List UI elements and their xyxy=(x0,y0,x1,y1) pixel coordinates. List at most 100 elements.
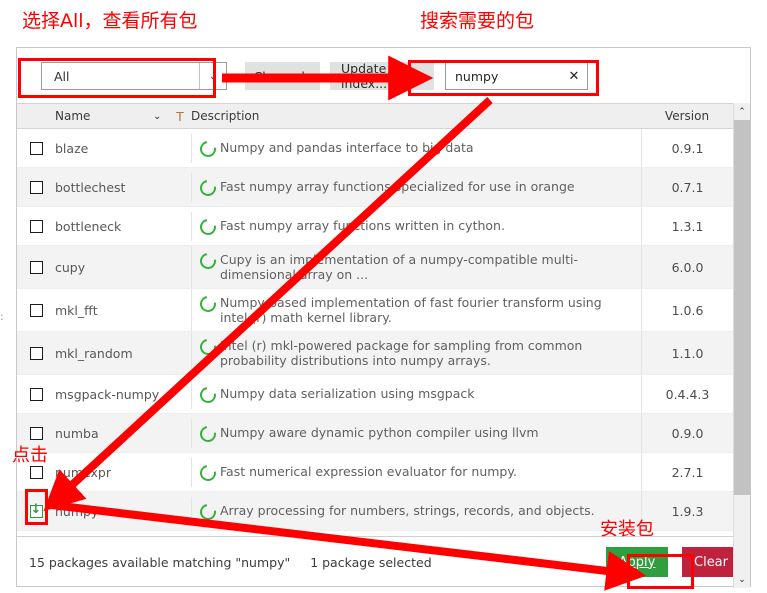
package-status-ring-icon xyxy=(192,335,220,359)
package-description-cell: Numpy aware dynamic python compiler usin… xyxy=(191,418,641,448)
package-status-ring-icon xyxy=(192,176,220,199)
annotation-search-package: 搜索需要的包 xyxy=(420,10,535,32)
download-checkbox-icon[interactable] xyxy=(29,502,43,518)
package-version: 1.3.1 xyxy=(641,207,733,245)
vertical-scrollbar[interactable]: ⌃ ⌄ xyxy=(733,103,750,588)
package-version: 0.9.1 xyxy=(641,129,733,167)
package-version: 0.7.1 xyxy=(641,168,733,206)
row-checkbox-cell[interactable] xyxy=(17,465,55,479)
sort-chevron-down-icon[interactable]: ⌄ xyxy=(153,111,169,122)
scroll-up-icon[interactable]: ⌃ xyxy=(734,103,750,120)
close-icon[interactable]: ✕ xyxy=(561,69,587,84)
row-checkbox-cell[interactable] xyxy=(17,219,55,233)
chevron-down-icon: ⌄ xyxy=(199,63,226,89)
left-edge-fragment: : xyxy=(0,310,4,323)
package-description-cell: Fast numpy array functions written in cy… xyxy=(191,211,641,241)
column-header-name[interactable]: Name xyxy=(17,109,153,123)
package-version: 6.0.0 xyxy=(641,246,733,288)
checkbox-icon[interactable] xyxy=(29,303,43,317)
column-header-version[interactable]: Version xyxy=(641,109,733,123)
annotation-select-all: 选择All，查看所有包 xyxy=(22,10,198,32)
package-status-ring-icon xyxy=(192,215,220,238)
table-row[interactable]: numexpr Fast numerical expression evaluat… xyxy=(17,453,750,492)
table-row[interactable]: bottlechest Fast numpy array functions sp… xyxy=(17,168,750,207)
checkbox-icon[interactable] xyxy=(29,426,43,440)
package-version: 1.1.0 xyxy=(641,332,733,374)
screenshot-root: 选择All，查看所有包 搜索需要的包 点击 安装包 : All ⌄ Channe… xyxy=(0,0,767,593)
package-description-cell: Numpy-based implementation of fast fouri… xyxy=(191,289,641,331)
row-checkbox-cell[interactable] xyxy=(17,260,55,274)
package-name: numexpr xyxy=(55,464,111,480)
package-version: 2.7.1 xyxy=(641,453,733,491)
checkbox-icon[interactable] xyxy=(29,180,43,194)
package-description: Numpy aware dynamic python compiler usin… xyxy=(220,424,539,440)
table-row[interactable]: mkl_fft Numpy-based implementation of fas… xyxy=(17,289,750,332)
packages-available-text: 15 packages available matching "numpy" xyxy=(29,555,291,570)
package-name: cupy xyxy=(55,259,86,275)
package-description: Intel (r) mkl-powered package for sampli… xyxy=(220,338,583,368)
toolbar: All ⌄ Channels Update index... numpy ✕ xyxy=(17,48,750,103)
apply-button[interactable]: Apply xyxy=(606,547,668,577)
package-name: numba xyxy=(55,425,99,441)
table-row[interactable]: numba Numpy aware dynamic python compiler… xyxy=(17,414,750,453)
package-description: Fast numpy array functions written in cy… xyxy=(220,217,505,233)
package-status-ring-icon xyxy=(192,383,220,406)
checkbox-icon[interactable] xyxy=(29,260,43,274)
package-name: bottleneck xyxy=(55,218,122,234)
package-name: mkl_fft xyxy=(55,302,98,318)
column-header-description[interactable]: Description xyxy=(191,109,641,123)
channels-button[interactable]: Channels xyxy=(245,62,320,90)
status-bar: 15 packages available matching "numpy" 1… xyxy=(17,536,750,586)
package-version: 0.4.4.3 xyxy=(641,375,733,413)
row-checkbox-cell[interactable] xyxy=(17,502,55,518)
row-checkbox-cell[interactable] xyxy=(17,387,55,401)
package-description: Numpy-based implementation of fast fouri… xyxy=(220,295,602,325)
package-status-ring-icon xyxy=(192,137,220,160)
package-name: blaze xyxy=(55,140,89,156)
table-row[interactable]: mkl_random Intel (r) mkl-powered package … xyxy=(17,332,750,375)
package-filter-select[interactable]: All ⌄ xyxy=(41,62,227,90)
annotation-click: 点击 xyxy=(12,445,48,466)
package-name: bottlechest xyxy=(55,179,126,195)
table-header-row: Name ⌄ T Description Version xyxy=(17,103,750,129)
package-description-cell: Cupy is an implementation of a numpy-com… xyxy=(191,246,641,288)
package-name: msgpack-numpy xyxy=(55,386,160,402)
package-description-cell: Fast numerical expression evaluator for … xyxy=(191,457,641,487)
checkbox-icon[interactable] xyxy=(29,219,43,233)
package-description-cell: Numpy and pandas interface to big data xyxy=(191,133,641,163)
scroll-down-icon[interactable]: ⌄ xyxy=(734,571,750,588)
package-manager-dialog: All ⌄ Channels Update index... numpy ✕ N… xyxy=(16,47,751,588)
package-version: 0.9.0 xyxy=(641,414,733,452)
status-text: 15 packages available matching "numpy" 1… xyxy=(29,555,432,570)
packages-selected-text: 1 package selected xyxy=(310,555,432,570)
table-row[interactable]: blaze Numpy and pandas interface to big d… xyxy=(17,129,750,168)
package-description: Fast numerical expression evaluator for … xyxy=(220,463,517,479)
row-checkbox-cell[interactable] xyxy=(17,141,55,155)
update-index-button[interactable]: Update index... xyxy=(330,61,434,91)
package-status-ring-icon xyxy=(192,249,220,273)
search-input[interactable]: numpy xyxy=(446,69,561,84)
checkbox-icon[interactable] xyxy=(29,387,43,401)
checkbox-icon[interactable] xyxy=(29,465,43,479)
scrollbar-thumb[interactable] xyxy=(734,120,750,495)
annotation-install-package: 安装包 xyxy=(600,519,654,540)
package-status-ring-icon xyxy=(192,422,220,445)
package-version: 1.9.3 xyxy=(641,492,733,530)
package-name: numpy xyxy=(55,503,99,519)
package-status-ring-icon xyxy=(192,500,220,523)
table-row[interactable]: msgpack-numpy Numpy data serialization us… xyxy=(17,375,750,414)
checkbox-icon[interactable] xyxy=(29,346,43,360)
row-checkbox-cell[interactable] xyxy=(17,346,55,360)
row-checkbox-cell[interactable] xyxy=(17,426,55,440)
clear-button[interactable]: Clear xyxy=(682,547,740,577)
table-row[interactable]: cupy Cupy is an implementation of a numpy… xyxy=(17,246,750,289)
row-checkbox-cell[interactable] xyxy=(17,180,55,194)
search-box[interactable]: numpy ✕ xyxy=(445,62,588,90)
checkbox-icon[interactable] xyxy=(29,141,43,155)
text-filter-icon[interactable]: T xyxy=(169,109,191,124)
row-checkbox-cell[interactable] xyxy=(17,303,55,317)
package-description-cell: Fast numpy array functions specialized f… xyxy=(191,172,641,202)
table-row[interactable]: bottleneck Fast numpy array functions wri… xyxy=(17,207,750,246)
package-description-cell: Intel (r) mkl-powered package for sampli… xyxy=(191,332,641,374)
package-description: Cupy is an implementation of a numpy-com… xyxy=(220,252,578,282)
